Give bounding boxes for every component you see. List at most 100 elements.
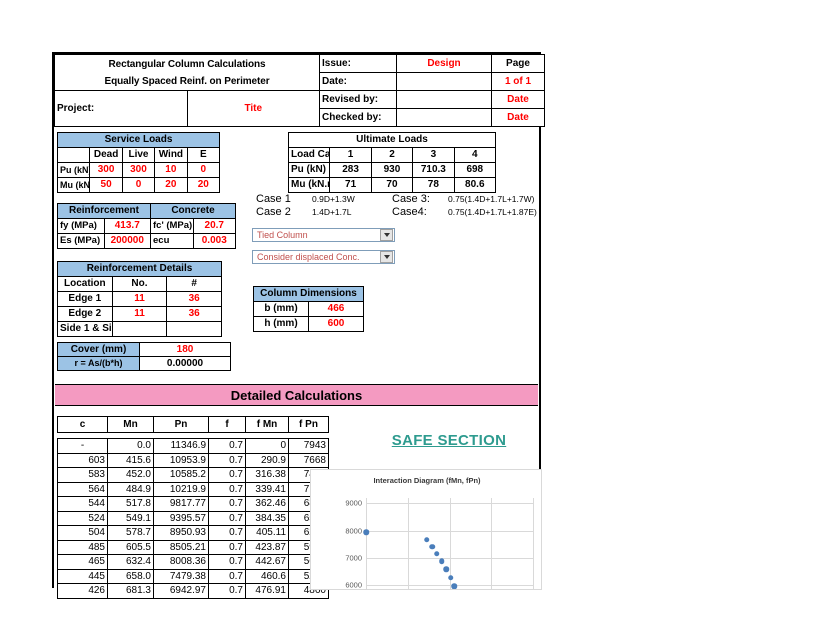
issue-value[interactable]: Design (396, 54, 492, 73)
service-loads-title: Service Loads (57, 132, 220, 148)
chart-y-tick-label: 8000 (345, 526, 362, 536)
es-value[interactable]: 200000 (103, 233, 151, 249)
load-case-row: Case 1 0.9D+1.3W Case 3: 0.75(1.4D+1.7L+… (256, 193, 546, 206)
load-case-3-formula: 0.75(1.4D+1.7L+1.7W) (448, 194, 535, 204)
results-r8-phimn: 442.67 (245, 554, 289, 570)
reinf-details-row0-size[interactable]: 36 (166, 291, 222, 307)
service-loads-row1-dead[interactable]: 50 (89, 177, 123, 193)
service-loads-row0-dead[interactable]: 300 (89, 162, 123, 178)
ecu-label: ecu (150, 233, 194, 249)
reinf-details-row1-no[interactable]: 11 (111, 306, 168, 322)
reinf-details-row1-size[interactable]: 36 (166, 306, 222, 322)
table-row: Cover (mm) 180 (57, 342, 231, 357)
results-r8-c: 465 (57, 554, 108, 570)
results-r4-phi: 0.7 (208, 496, 246, 512)
ultimate-loads-row1-c4: 80.6 (453, 177, 497, 193)
revised-by-value[interactable] (396, 90, 492, 109)
chart-data-point (423, 536, 430, 543)
results-r5-c: 524 (57, 510, 108, 526)
results-r6-phimn: 405.11 (245, 525, 289, 541)
steel-ratio-label: r = As/(b*h) (57, 356, 140, 371)
results-r10-phimn: 476.91 (245, 583, 289, 599)
cover-value[interactable]: 180 (139, 342, 231, 357)
chart-data-point (447, 574, 454, 581)
steel-ratio-value: 0.00000 (139, 356, 231, 371)
results-r0-pn: 11346.9 (153, 438, 209, 454)
load-case-2-name: Case 2 (256, 206, 291, 218)
sheet-title-line2: Equally Spaced Reinf. on Perimeter (104, 75, 270, 87)
date-value[interactable] (396, 72, 492, 91)
reinf-details-col-size: # (166, 276, 222, 292)
results-r5-phi: 0.7 (208, 510, 246, 526)
b-value[interactable]: 466 (308, 301, 364, 317)
issue-label: Issue: (319, 54, 397, 73)
reinf-details-row2-no[interactable] (111, 321, 168, 337)
table-row: r = As/(b*h) 0.00000 (57, 356, 231, 371)
service-loads-row1-live[interactable]: 0 (121, 177, 156, 193)
concrete-option-dropdown[interactable]: Consider displaced Conc. (252, 250, 395, 264)
service-loads-col-live: Live (121, 147, 156, 163)
service-loads-col-0 (56, 147, 91, 163)
table-row: Es (MPa) 200000 ecu 0.003 (57, 233, 236, 249)
load-case-1-name: Case 1 (256, 193, 291, 205)
ultimate-loads-col-loadcase: Load Case (287, 147, 331, 163)
ultimate-loads-row0-label: Pu (kN) (287, 162, 331, 178)
service-loads-row0-e[interactable]: 0 (186, 162, 221, 178)
results-col-phi-mn: f Mn (245, 416, 289, 433)
service-loads-col-wind: Wind (154, 147, 188, 163)
ultimate-loads-row1-label: Mu (kN.m) (287, 177, 331, 193)
results-r7-phi: 0.7 (208, 539, 246, 555)
results-r6-pn: 8950.93 (153, 525, 209, 541)
ultimate-loads-row0-c4: 698 (453, 162, 497, 178)
load-case-2-formula: 1.4D+1.7L (312, 207, 352, 217)
fc-value[interactable]: 20.7 (192, 218, 236, 234)
detailed-calculations-table: c Mn Pn f f Mn f Pn - 0.0 11346.9 0.7 0 … (57, 416, 329, 599)
results-r7-mn: 605.5 (107, 539, 154, 555)
es-label: Es (MPa) (57, 233, 105, 249)
checked-by-value[interactable] (396, 108, 492, 127)
fc-label: fc' (MPa) (150, 218, 194, 234)
column-type-dropdown[interactable]: Tied Column (252, 228, 395, 242)
results-r4-pn: 9817.77 (153, 496, 209, 512)
results-r9-pn: 7479.38 (153, 568, 209, 584)
results-r7-pn: 8505.21 (153, 539, 209, 555)
results-r9-c: 445 (57, 568, 108, 584)
project-value[interactable]: Tite (186, 90, 320, 127)
results-r9-phi: 0.7 (208, 568, 246, 584)
service-loads-row0-wind[interactable]: 10 (154, 162, 188, 178)
results-r1-phimn: 290.9 (245, 452, 289, 468)
chevron-down-icon[interactable] (380, 251, 393, 263)
table-row: Edge 2 11 36 (57, 306, 222, 322)
page-label: Page (491, 54, 545, 73)
table-row: h (mm) 600 (253, 316, 364, 332)
results-r5-mn: 549.1 (107, 510, 154, 526)
reinf-details-row0-no[interactable]: 11 (111, 291, 168, 307)
chevron-down-icon[interactable] (380, 229, 393, 241)
service-loads-col-e: E (186, 147, 221, 163)
ecu-value[interactable]: 0.003 (192, 233, 236, 249)
service-loads-row1-wind[interactable]: 20 (154, 177, 188, 193)
concrete-title: Concrete (150, 203, 236, 219)
calculation-sheet: Rectangular Column Calculations Equally … (52, 52, 545, 599)
reinf-details-row2-size[interactable] (166, 321, 222, 337)
table-header-row: c Mn Pn f f Mn f Pn (57, 416, 329, 433)
table-row: Pu (kN) 283 930 710.3 698 (287, 162, 497, 178)
column-type-dropdown-label: Tied Column (257, 230, 308, 240)
chart-data-point (434, 550, 440, 557)
service-loads-row1-e[interactable]: 20 (186, 177, 221, 193)
table-row: Mu (kN.m) 50 0 20 20 (56, 177, 221, 193)
fy-value[interactable]: 413.7 (103, 218, 151, 234)
interaction-diagram-chart[interactable]: Interaction Diagram (fMn, fPn) 9000 8000 7… (310, 469, 542, 590)
results-col-pn: Pn (153, 416, 209, 433)
ultimate-loads-table: Ultimate Loads Load Case 1 2 3 4 Pu (kN)… (287, 132, 497, 193)
chart-data-point (451, 583, 458, 589)
reinf-details-row1-location: Edge 2 (57, 306, 113, 322)
table-row: fy (MPa) 413.7 fc' (MPa) 20.7 (57, 218, 236, 234)
chart-y-tick-label: 7000 (345, 553, 362, 563)
chart-gridline-vertical (407, 498, 409, 589)
h-value[interactable]: 600 (308, 316, 364, 332)
service-loads-row0-live[interactable]: 300 (121, 162, 156, 178)
results-r3-c: 564 (57, 481, 108, 497)
reinforcement-details-table: Reinforcement Details Location No. # Edg… (57, 261, 222, 337)
chart-gridline-horizontal (366, 530, 533, 532)
